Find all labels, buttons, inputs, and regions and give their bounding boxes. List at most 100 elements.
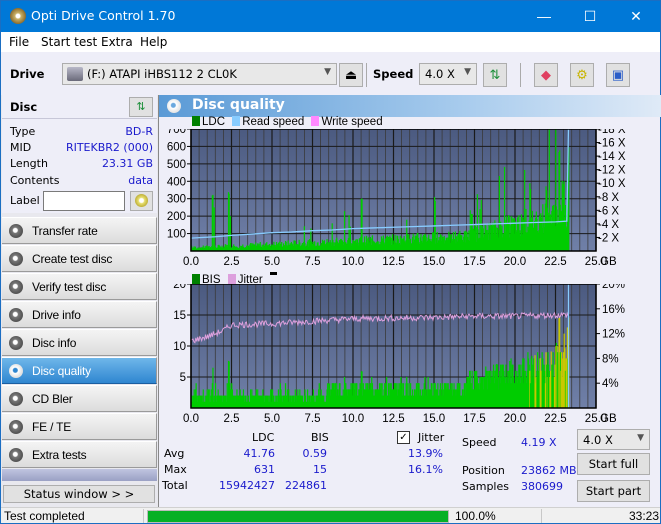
extra-tests-icon: [9, 448, 23, 462]
speed-select[interactable]: 4.0 X ▼: [419, 63, 477, 85]
x-tick-label: 17.5: [463, 413, 485, 424]
start-full-button[interactable]: Start full: [577, 453, 650, 475]
status-window-button[interactable]: Status window > >: [3, 485, 155, 503]
menu-file[interactable]: File: [9, 35, 29, 49]
y-tick-label: 15: [173, 310, 186, 322]
window-title: Opti Drive Control 1.70: [31, 8, 176, 23]
speed-label: Speed: [373, 67, 414, 81]
data-bar: [213, 207, 215, 251]
legend-swatch: [311, 116, 320, 126]
x-tick-label: 0.0: [183, 413, 199, 424]
prop-key: Contents: [10, 174, 60, 187]
erase-button[interactable]: ◆: [534, 63, 558, 87]
legend-swatch: [192, 116, 200, 126]
data-bar: [212, 194, 214, 251]
disc-prop-length: Length 23.31 GB: [10, 157, 153, 173]
prop-value: 23.31 GB: [101, 157, 153, 170]
y-tick-label: 5: [180, 372, 186, 384]
nav-label: FE / TE: [32, 420, 72, 434]
y-tick-label: 500: [167, 159, 186, 171]
y2-tick-label: -16 X: [598, 138, 626, 150]
drive-info-icon: [9, 308, 23, 322]
app-window: Opti Drive Control 1.70 — ☐ ✕ File Start…: [0, 0, 661, 524]
y-tick-label: 100: [167, 229, 186, 241]
position-value: 23862 MB: [521, 464, 577, 477]
nav-label: Disc quality: [32, 364, 91, 378]
maximize-button[interactable]: ☐: [567, 1, 613, 32]
nav-verify-test-disc[interactable]: Verify test disc: [2, 273, 157, 300]
save-button[interactable]: ▣: [606, 63, 630, 87]
speed-select-value: 4.0 X: [425, 67, 455, 81]
legend-label: LDC: [202, 116, 226, 128]
disc-info-icon: [9, 336, 23, 350]
nav-create-test-disc[interactable]: Create test disc: [2, 245, 157, 272]
menu-extra[interactable]: Extra: [101, 35, 133, 49]
disc-refresh-button[interactable]: ⇅: [129, 97, 153, 117]
disc-quality-panel: Disc quality LDC Read speed Write speed …: [158, 95, 661, 507]
nav-transfer-rate[interactable]: Transfer rate: [2, 217, 157, 244]
chevron-down-icon: ▼: [637, 433, 644, 443]
disc-quality-icon: [9, 364, 23, 378]
y2-tick-label: 8%: [602, 353, 619, 365]
minimize-button[interactable]: —: [521, 1, 567, 32]
y2-tick-label: -4 X: [598, 219, 619, 231]
nav-disc-info[interactable]: Disc info: [2, 329, 157, 356]
legend-ldc: LDC: [192, 116, 225, 128]
prop-value: BD-R: [125, 125, 153, 138]
status-divider: [143, 509, 144, 523]
y2-tick-label: 16%: [602, 304, 625, 316]
nav-disc-quality[interactable]: Disc quality: [2, 357, 157, 384]
y2-tick-label: -2 X: [598, 232, 619, 244]
resize-grip-icon[interactable]: ⋰: [651, 512, 659, 521]
nav-extra-tests[interactable]: Extra tests: [2, 441, 157, 468]
test-speed-value: 4.0 X: [583, 433, 613, 447]
nav-drive-info[interactable]: Drive info: [2, 301, 157, 328]
app-disc-icon: [10, 8, 26, 24]
progress-text: 100.0%: [455, 509, 496, 523]
test-speed-select[interactable]: 4.0 X ▼: [577, 429, 650, 450]
disc-label-button[interactable]: [130, 191, 153, 211]
status-text: Test completed: [4, 509, 85, 523]
drive-select[interactable]: (F:) ATAPI iHBS112 2 CL0K ▼: [62, 63, 337, 85]
jitter-checkbox[interactable]: ✓: [397, 431, 410, 444]
start-part-button[interactable]: Start part: [577, 480, 650, 502]
nav-label: Drive info: [32, 308, 81, 322]
nav-label: Disc info: [32, 336, 77, 350]
jitter-label: Jitter: [418, 431, 445, 444]
menu-help[interactable]: Help: [140, 35, 167, 49]
gears-icon: ⚙: [576, 67, 588, 82]
x-tick-label: 15.0: [423, 413, 445, 424]
chart1-legend: LDC Read speed Write speed: [192, 116, 387, 130]
x-tick-label: 20.0: [504, 413, 526, 424]
avg-jitter: 13.9%: [408, 447, 443, 460]
x-tick-label: 7.5: [305, 256, 321, 267]
create-disc-icon: [9, 252, 23, 266]
progress-fill: [148, 511, 448, 522]
nav-cd-bler[interactable]: CD Bler: [2, 385, 157, 412]
x-tick-label: 2.5: [224, 256, 240, 267]
refresh-button[interactable]: ⇅: [483, 63, 507, 87]
menu-bar: File Start test Extra Help: [1, 32, 660, 52]
close-button[interactable]: ✕: [613, 1, 659, 32]
legend-swatch: [227, 274, 236, 284]
chevron-down-icon: ▼: [464, 67, 471, 77]
col-header-bis: BIS: [311, 431, 329, 444]
nav-label: Verify test disc: [32, 280, 107, 294]
y2-tick-label: -12 X: [598, 165, 626, 177]
y2-tick-label: 20%: [602, 284, 625, 291]
drive-select-value: (F:) ATAPI iHBS112 2 CL0K: [87, 67, 237, 81]
legend-swatch: [232, 116, 241, 126]
x-tick-label: 5.0: [264, 256, 280, 267]
ldc-chart: 100 200 300 400 500 600 700 -2 X-4 X -6 X-8 X -10…: [167, 129, 626, 267]
samples-value: 380699: [521, 480, 563, 493]
eject-button[interactable]: ⏏: [339, 63, 363, 87]
disc-panel: Disc ⇅ Type BD-R MID RITEKBR2 (000) Leng…: [2, 95, 157, 213]
disc-label-input[interactable]: [43, 191, 125, 211]
x-tick-label: 7.5: [305, 413, 321, 424]
sidebar: Disc ⇅ Type BD-R MID RITEKBR2 (000) Leng…: [1, 95, 158, 507]
settings-button[interactable]: ⚙: [570, 63, 594, 87]
row-label-max: Max: [164, 463, 187, 476]
nav-fe-te[interactable]: FE / TE: [2, 413, 157, 440]
progress-bar: [147, 510, 449, 523]
menu-start-test[interactable]: Start test: [41, 35, 97, 49]
